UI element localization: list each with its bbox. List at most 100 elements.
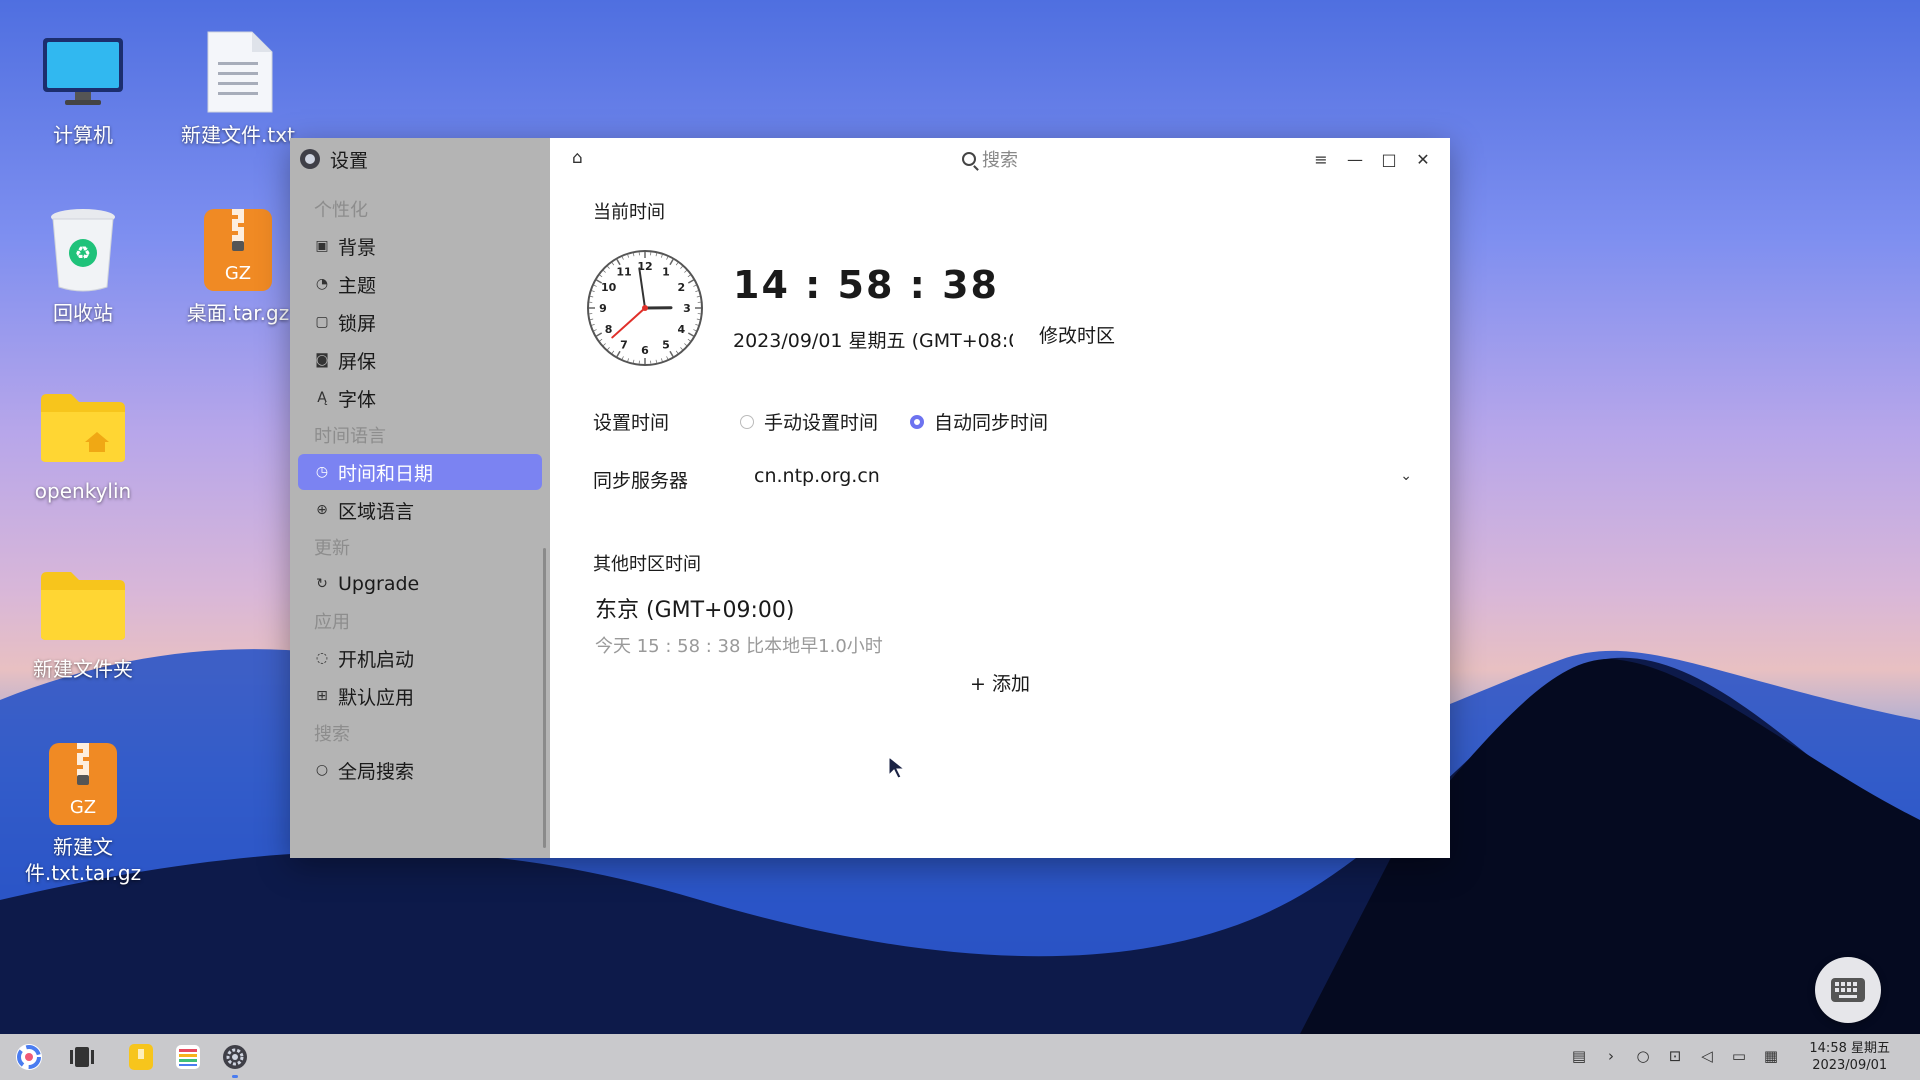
- startup-icon: ◌: [315, 650, 329, 666]
- app-title-bar: 设置: [290, 138, 550, 180]
- sidebar-item-global-search[interactable]: ○ 全局搜索: [298, 752, 542, 788]
- desktop-icon-recycle-bin[interactable]: ♻ 回收站: [8, 206, 158, 326]
- clipboard-icon[interactable]: ▤: [1569, 1047, 1589, 1065]
- home-folder-icon: [39, 384, 127, 472]
- sidebar-item-autostart[interactable]: ◌ 开机启动: [298, 640, 542, 676]
- analog-clock-face: 12 1234567891011: [587, 250, 703, 366]
- radio-label: 自动同步时间: [934, 412, 1049, 434]
- sidebar-item-region-language[interactable]: ⊕ 区域语言: [298, 492, 542, 528]
- sidebar-item-label: 字体: [338, 388, 377, 411]
- computer-icon: [39, 28, 127, 116]
- input-method-icon[interactable]: ▭: [1729, 1047, 1749, 1065]
- sidebar-item-label: 屏保: [338, 350, 377, 373]
- desktop-icon-label: 桌面.tar.gz: [186, 301, 290, 325]
- taskbar: ▤ › ○ ⊡ ◁ ▭ ▦ 14:58 星期五 2023/09/01: [0, 1034, 1920, 1080]
- settings-content: ⌂ 搜索 ≡ — □ ✕ 当前时间 12 1 2 3 4 5 6 7 8 9 10 11: [550, 138, 1450, 858]
- sidebar-item-label: Upgrade: [338, 573, 420, 595]
- settings-window: 设置 个性化 ▣ 背景 ◔ 主题 ▢ 锁屏 ◙ 屏保 Ą 字体 时间语言 ◷ 时间和日期 ⊕…: [290, 138, 1450, 858]
- app-store-icon[interactable]: [173, 1042, 203, 1072]
- sidebar-item-label: 开机启动: [338, 648, 415, 671]
- clock-number: 11: [616, 266, 631, 279]
- search-placeholder: 搜索: [982, 150, 1018, 171]
- start-menu-icon[interactable]: [14, 1042, 44, 1072]
- radio-auto-sync[interactable]: 自动同步时间: [910, 408, 1048, 435]
- clock-number: 10: [601, 281, 617, 294]
- clock-icon: ◷: [315, 464, 329, 480]
- mouse-cursor: [888, 756, 906, 779]
- sidebar-item-default-apps[interactable]: ⊞ 默认应用: [298, 678, 542, 714]
- clock-number: 5: [662, 338, 670, 351]
- sync-server-select[interactable]: cn.ntp.org.cn ⌄: [740, 456, 1420, 496]
- volume-icon[interactable]: ◁: [1697, 1047, 1717, 1065]
- close-icon[interactable]: ✕: [1406, 146, 1440, 172]
- clock-number: 7: [620, 338, 628, 351]
- current-time-display: 14 : 58 : 38: [733, 263, 999, 307]
- maximize-icon[interactable]: □: [1372, 146, 1406, 172]
- change-timezone-button[interactable]: 修改时区: [1013, 314, 1141, 354]
- other-timezone-city: 东京 (GMT+09:00): [595, 598, 795, 623]
- sidebar-item-label: 背景: [338, 236, 377, 259]
- desktop-icon-folder[interactable]: 新建文件夹: [8, 562, 158, 682]
- sidebar-item-label: 时间和日期: [338, 462, 434, 485]
- sync-server-value: cn.ntp.org.cn: [754, 465, 880, 487]
- desktop-icon-label: 新建文件.txt: [181, 123, 295, 147]
- clock-number: 4: [678, 323, 686, 336]
- other-timezone-title: 其他时区时间: [593, 554, 701, 575]
- clock-number: 2: [678, 281, 686, 294]
- clock-number: 3: [683, 302, 691, 315]
- globe-icon: ⊕: [316, 502, 328, 518]
- sidebar-item-theme[interactable]: ◔ 主题: [298, 266, 542, 302]
- virtual-keyboard-button[interactable]: [1815, 957, 1881, 1023]
- settings-app-icon: [300, 149, 320, 169]
- folder-icon: [39, 562, 127, 650]
- sidebar-item-label: 区域语言: [338, 500, 415, 523]
- search-input[interactable]: 搜索: [910, 146, 1070, 172]
- minimize-icon[interactable]: —: [1338, 146, 1372, 172]
- sidebar-item-upgrade[interactable]: ↻ Upgrade: [298, 566, 542, 602]
- add-timezone-button[interactable]: + 添加: [950, 664, 1050, 700]
- network-icon[interactable]: ⊡: [1665, 1047, 1685, 1065]
- file-manager-icon[interactable]: [126, 1042, 156, 1072]
- clock-number: 8: [605, 323, 613, 336]
- sidebar-item-font[interactable]: Ą 字体: [298, 380, 542, 416]
- search-icon[interactable]: ○: [1633, 1047, 1653, 1065]
- sidebar-scrollbar[interactable]: [543, 548, 546, 848]
- settings-icon[interactable]: [220, 1042, 250, 1078]
- keyboard-icon[interactable]: ▦: [1761, 1047, 1781, 1065]
- taskbar-clock[interactable]: 14:58 星期五 2023/09/01: [1809, 1040, 1890, 1074]
- desktop-icon-home-folder[interactable]: openkylin: [8, 384, 158, 504]
- title-bar: ⌂ 搜索 ≡ — □ ✕: [550, 138, 1450, 178]
- archive-icon: GZ: [194, 206, 282, 294]
- lock-screen-icon: ▢: [315, 314, 329, 330]
- archive-icon: GZ: [39, 740, 127, 828]
- desktop-icon-label: 计算机: [53, 123, 113, 147]
- desktop-icon-text-file[interactable]: 新建文件.txt: [163, 28, 313, 148]
- sidebar-item-lockscreen[interactable]: ▢ 锁屏: [298, 304, 542, 340]
- screensaver-icon: ◙: [315, 352, 329, 368]
- menu-icon[interactable]: ≡: [1304, 146, 1338, 172]
- radio-dot: [740, 414, 754, 429]
- sidebar-group-update: 更新: [314, 538, 350, 559]
- desktop-icon-label: 回收站: [53, 301, 113, 325]
- sync-server-label: 同步服务器: [593, 470, 689, 492]
- sidebar-item-label: 全局搜索: [338, 760, 415, 783]
- desktop-icon-computer[interactable]: 计算机: [8, 28, 158, 148]
- multitask-view-icon[interactable]: [67, 1042, 97, 1072]
- keyboard-icon: [1831, 978, 1865, 1002]
- font-icon: Ą: [317, 390, 327, 406]
- sidebar-group-time-language: 时间语言: [314, 426, 386, 447]
- sidebar-group-search: 搜索: [314, 724, 350, 745]
- taskbar-date: 2023/09/01: [1812, 1058, 1888, 1073]
- sidebar-item-background[interactable]: ▣ 背景: [298, 228, 542, 264]
- desktop-icon-label: 新建文件夹: [33, 657, 133, 681]
- radio-manual-time[interactable]: 手动设置时间: [740, 408, 878, 435]
- svg-text:♻: ♻: [75, 243, 91, 264]
- settings-sidebar: 设置 个性化 ▣ 背景 ◔ 主题 ▢ 锁屏 ◙ 屏保 Ą 字体 时间语言 ◷ 时间和日期 ⊕…: [290, 138, 550, 858]
- desktop-icon-archive-2[interactable]: GZ 新建文件.txt.tar.gz: [8, 740, 158, 886]
- sidebar-item-label: 锁屏: [338, 312, 377, 335]
- home-icon[interactable]: ⌂: [572, 148, 583, 168]
- search-icon: ○: [315, 762, 329, 778]
- sidebar-item-datetime[interactable]: ◷ 时间和日期: [298, 454, 542, 490]
- expand-arrow-icon[interactable]: ›: [1601, 1047, 1621, 1065]
- sidebar-item-screensaver[interactable]: ◙ 屏保: [298, 342, 542, 378]
